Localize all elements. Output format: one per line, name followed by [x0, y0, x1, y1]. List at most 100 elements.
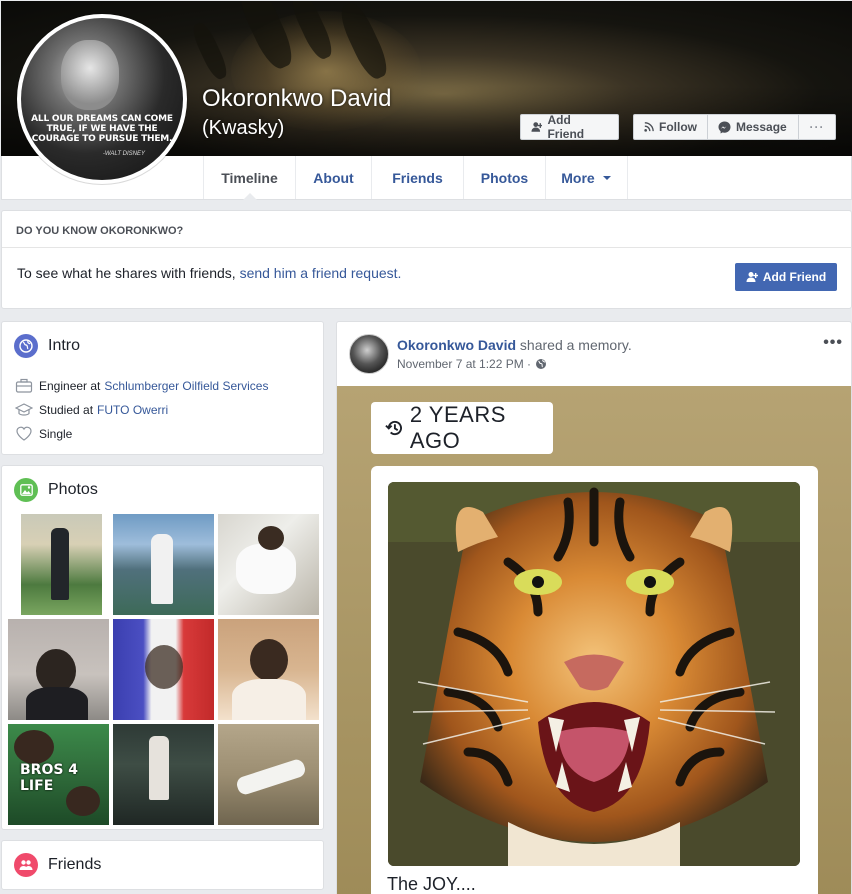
intro-title: Intro [48, 337, 81, 354]
intro-relationship: Single [15, 426, 72, 442]
tab-friends-label: Friends [392, 169, 443, 186]
follow-button[interactable]: Follow [633, 114, 708, 140]
more-actions-button[interactable]: ··· [799, 114, 836, 140]
tab-about[interactable]: About [295, 156, 371, 199]
memory-badge-label: 2 YEARS AGO [409, 402, 506, 453]
graduation-cap-icon [15, 403, 33, 416]
intro-study: Studied at FUTO Owerri [15, 402, 168, 418]
tab-timeline[interactable]: Timeline [203, 156, 295, 200]
photo-thumbnail[interactable] [113, 619, 214, 720]
add-friend-primary-label: Add Friend [762, 270, 827, 284]
profile-picture-face [61, 40, 119, 110]
tab-timeline-label: Timeline [221, 169, 278, 186]
cover-stripe [189, 20, 231, 82]
do-you-know-text: To see what he shares with friends, send… [17, 265, 401, 281]
memory-badge: 2 YEARS AGO [371, 402, 553, 454]
tab-photos-label: Photos [480, 169, 529, 186]
profile-picture-quote: ALL OUR DREAMS CAN COME TRUE, IF WE HAVE… [31, 114, 173, 144]
intro-relationship-label: Single [39, 427, 73, 441]
post-header: Okoronkwo David shared a memory. [397, 337, 632, 353]
photo-thumbnail[interactable] [8, 619, 109, 720]
photo-thumbnail[interactable] [113, 724, 214, 825]
memory-post: Okoronkwo David shared a memory. Novembe… [336, 321, 852, 894]
friends-icon [14, 853, 38, 877]
chevron-down-icon [602, 175, 611, 180]
tab-photos[interactable]: Photos [463, 156, 545, 199]
photo-thumbnail[interactable]: BROS 4 LIFE [8, 724, 109, 825]
photo-thumbnail[interactable] [218, 619, 319, 720]
post-author-link[interactable]: Okoronkwo David [397, 337, 516, 353]
intro-header: Intro [14, 334, 80, 358]
memory-caption: The JOY.... [387, 874, 476, 894]
photo-person [151, 534, 173, 604]
photo-person [51, 528, 69, 600]
follow-label: Follow [659, 120, 697, 134]
photo-person [149, 736, 169, 800]
briefcase-icon [15, 378, 33, 393]
photos-header[interactable]: Photos [14, 478, 98, 502]
do-you-know-box: DO YOU KNOW OKORONKWO? To see what he sh… [1, 210, 852, 309]
globe-icon[interactable] [535, 358, 547, 370]
post-timestamp[interactable]: November 7 at 1:22 PM · [397, 357, 531, 371]
intro-work-prefix: Engineer at [39, 379, 101, 393]
intro-study-prefix: Studied at [39, 403, 94, 417]
profile-picture-image: ALL OUR DREAMS CAN COME TRUE, IF WE HAVE… [21, 18, 183, 180]
profile-page: ALL OUR DREAMS CAN COME TRUE, IF WE HAVE… [0, 0, 852, 894]
more-actions-label: ··· [809, 120, 825, 134]
profile-picture-signature: -WALT DISNEY [102, 151, 145, 157]
friends-card: Friends [1, 840, 324, 890]
photo-person [234, 757, 308, 797]
photo-person-head [14, 730, 54, 764]
friend-request-link[interactable]: send him a friend request. [240, 265, 402, 281]
message-label: Message [736, 120, 787, 134]
post-timestamp-row: November 7 at 1:22 PM · [397, 357, 547, 371]
do-you-know-message: To see what he shares with friends, [17, 265, 236, 281]
add-friend-icon [746, 272, 758, 282]
photo-person [26, 687, 88, 720]
add-friend-primary-button[interactable]: Add Friend [735, 263, 837, 291]
heart-icon [16, 426, 32, 441]
memory-content[interactable]: 2 YEARS AGO The JOY.... [337, 386, 851, 894]
photo-person-head [145, 645, 183, 689]
photos-card: Photos BROS 4 LIFE [1, 465, 324, 830]
avatar[interactable] [349, 334, 389, 374]
add-friend-label: Add Friend [547, 113, 585, 141]
photo-icon [14, 478, 38, 502]
tiger-illustration [388, 482, 800, 866]
profile-picture[interactable]: ALL OUR DREAMS CAN COME TRUE, IF WE HAVE… [17, 14, 187, 184]
photo-person [232, 679, 306, 720]
globe-icon [14, 334, 38, 358]
photo-thumbnail[interactable] [113, 514, 214, 615]
photos-title: Photos [48, 481, 98, 498]
add-friend-icon [531, 122, 543, 132]
friends-title: Friends [48, 856, 102, 873]
do-you-know-heading: DO YOU KNOW OKORONKWO? [2, 211, 851, 248]
history-icon [385, 420, 402, 436]
intro-card: Intro Engineer at Schlumberger Oilfield … [1, 321, 324, 455]
intro-work: Engineer at Schlumberger Oilfield Servic… [15, 378, 268, 394]
profile-name[interactable]: Okoronkwo David [202, 85, 391, 113]
friends-header[interactable]: Friends [14, 853, 101, 877]
messenger-icon [718, 121, 731, 133]
tab-about-label: About [313, 169, 354, 186]
photo-thumbnail[interactable] [218, 724, 319, 825]
intro-study-link[interactable]: FUTO Owerri [97, 403, 168, 417]
tiger-photo[interactable] [388, 482, 800, 866]
message-button[interactable]: Message [708, 114, 799, 140]
photo-person-head [258, 526, 284, 550]
add-friend-button[interactable]: Add Friend [520, 113, 619, 141]
intro-work-link[interactable]: Schlumberger Oilfield Services [104, 379, 268, 393]
tab-more[interactable]: More [545, 156, 627, 199]
photo-thumbnail[interactable] [218, 514, 319, 615]
tab-more-label: More [561, 169, 595, 186]
profile-alt-name: (Kwasky) [202, 117, 285, 139]
post-options-button[interactable]: ••• [823, 334, 843, 352]
photo-person [236, 544, 296, 594]
photo-person-head [250, 639, 288, 681]
memory-card: The JOY.... [371, 466, 818, 894]
tab-friends[interactable]: Friends [371, 156, 463, 199]
photo-thumbnail[interactable] [21, 514, 102, 615]
rss-icon [644, 122, 654, 132]
photo-overlay-text: BROS 4 LIFE [20, 762, 79, 794]
nav-divider [627, 156, 628, 199]
